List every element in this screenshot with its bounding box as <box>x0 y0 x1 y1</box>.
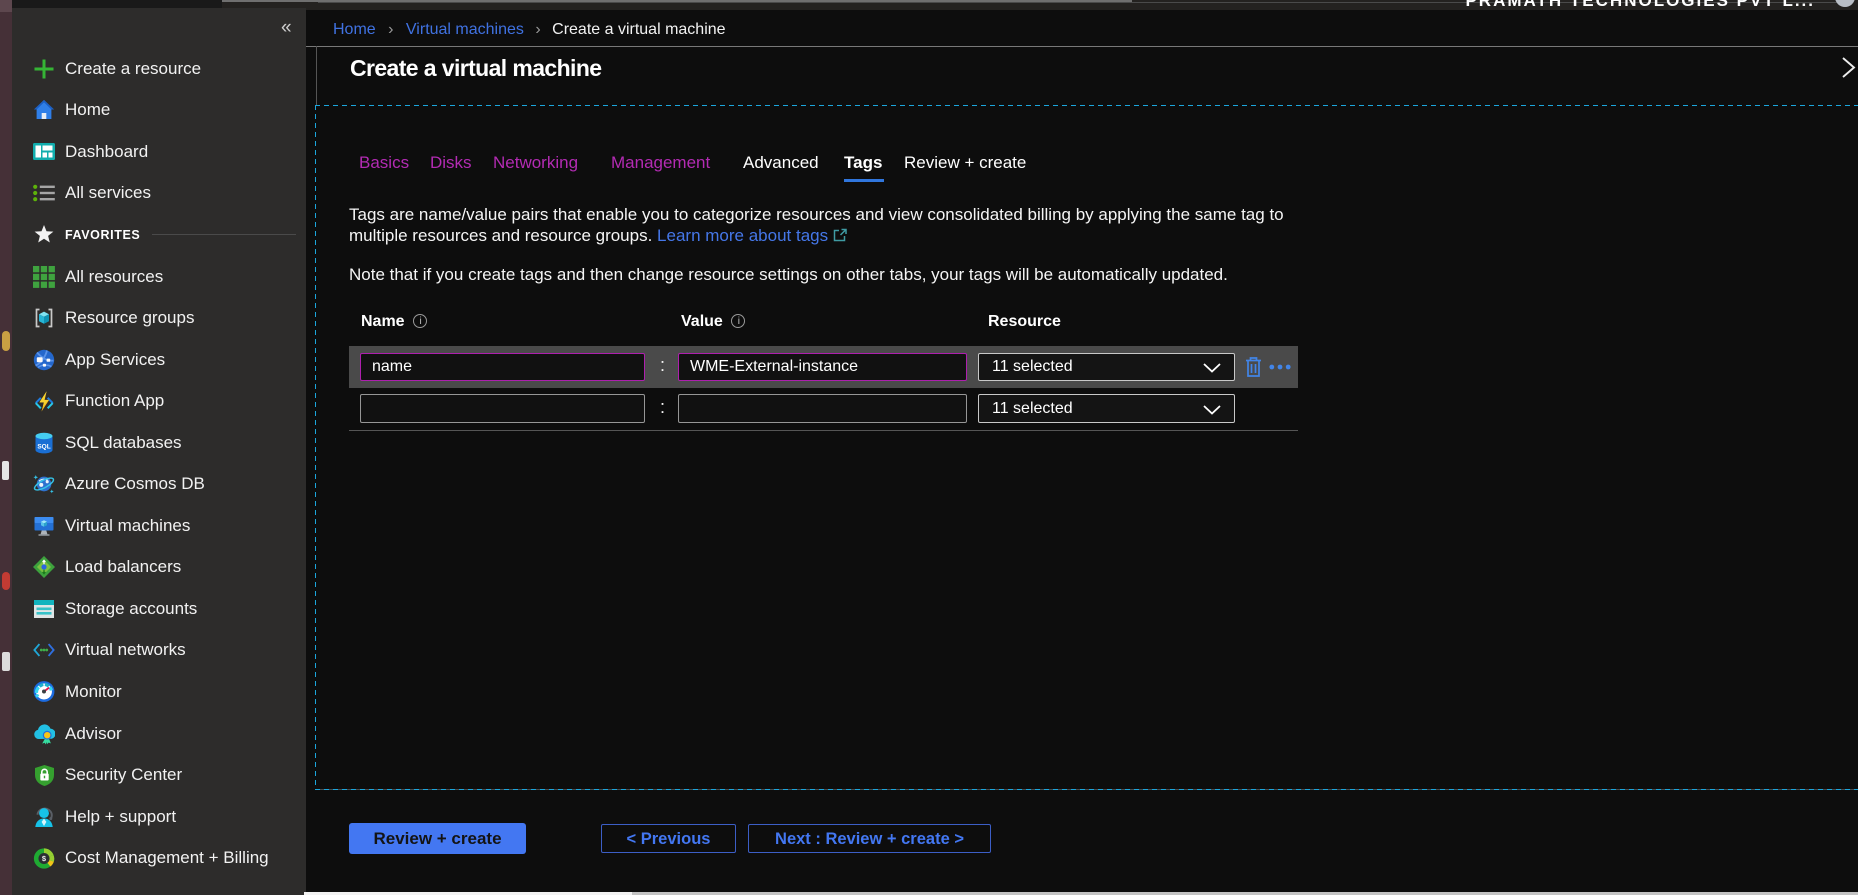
svg-text:SQL: SQL <box>37 443 50 450</box>
